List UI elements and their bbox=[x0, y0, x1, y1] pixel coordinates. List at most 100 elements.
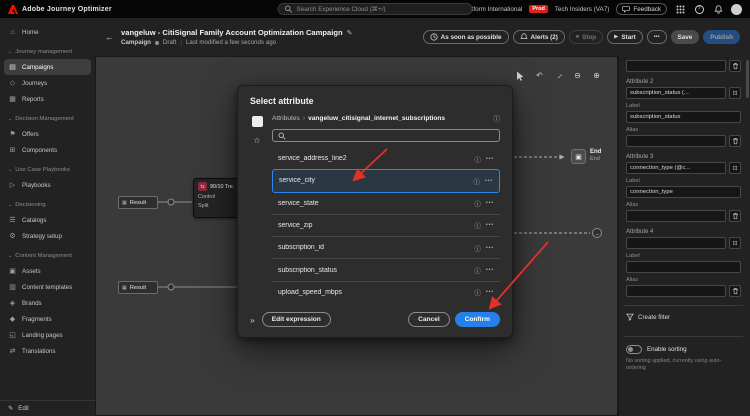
publish-button[interactable]: Publish bbox=[703, 30, 740, 44]
campaign-meta: Campaign Draft | Last modified a few sec… bbox=[121, 39, 277, 46]
alerts-button[interactable]: Alerts (2) bbox=[512, 30, 565, 44]
attribute-row-upload-speed-mbps[interactable]: upload_speed_mbps ⓘ ••• bbox=[272, 280, 500, 303]
notifications-bell-icon[interactable] bbox=[712, 3, 724, 15]
more-dots-icon[interactable]: ••• bbox=[486, 267, 494, 273]
search-icon bbox=[278, 132, 286, 140]
sidebar-item-reports[interactable]: ▦ Reports bbox=[0, 91, 95, 107]
more-dots-icon[interactable]: ••• bbox=[485, 178, 493, 184]
attribute-label-field[interactable]: subscription_status bbox=[626, 111, 741, 123]
sidebar-item-playbooks[interactable]: ▷ Playbooks bbox=[0, 177, 95, 193]
attribute-row-service-state[interactable]: service_state ⓘ ••• bbox=[272, 193, 500, 214]
apps-grid-icon[interactable] bbox=[674, 3, 686, 15]
info-icon[interactable]: ⓘ bbox=[474, 198, 481, 208]
attribute-picker-button[interactable]: ⊡ bbox=[729, 87, 741, 99]
attribute-row-service-address-line2[interactable]: service_address_line2 ⓘ ••• bbox=[272, 148, 500, 169]
more-dots-icon[interactable]: ••• bbox=[486, 289, 494, 295]
more-dots-icon[interactable]: ••• bbox=[486, 156, 494, 162]
attribute-label-field[interactable] bbox=[626, 261, 741, 273]
user-avatar[interactable] bbox=[731, 3, 742, 15]
feedback-button[interactable]: Feedback bbox=[616, 3, 667, 15]
back-button[interactable]: ← bbox=[105, 32, 114, 42]
sidebar-item-offers[interactable]: ⚑ Offers bbox=[0, 126, 95, 142]
attribute-value-field[interactable]: subscription_status (... bbox=[626, 87, 726, 99]
info-icon[interactable]: ⓘ bbox=[473, 176, 480, 186]
edit-expression-button[interactable]: Edit expression bbox=[261, 312, 331, 327]
sidebar-item-catalogs[interactable]: ☰ Catalogs bbox=[0, 212, 95, 228]
result-node-2[interactable]: ▦ Result bbox=[118, 281, 158, 294]
info-icon[interactable]: ⓘ bbox=[474, 243, 481, 253]
sidebar-item-landing-pages[interactable]: ◱ Landing pages bbox=[0, 327, 95, 343]
split-node[interactable]: ⇆ 90/10 Tre... Control Split bbox=[193, 178, 239, 218]
sidebar-item-fragments[interactable]: ◆ Fragments bbox=[0, 311, 95, 327]
attribute-row-service-city[interactable]: service_city ⓘ ••• bbox=[272, 169, 500, 193]
info-icon[interactable]: ⓘ bbox=[474, 154, 481, 164]
zoom-in-icon[interactable]: ⊕ bbox=[590, 69, 603, 82]
breadcrumb-root[interactable]: Attributes bbox=[272, 115, 300, 122]
sidebar-footer-edit[interactable]: ✎ Edit bbox=[0, 400, 95, 416]
sidebar-section-content-management[interactable]: ⌄ Content Management bbox=[0, 249, 95, 263]
sidebar-item-components[interactable]: ⊞ Components bbox=[0, 142, 95, 158]
sidebar-item-home[interactable]: ⌂ Home bbox=[0, 24, 95, 40]
attribute-value-field[interactable] bbox=[626, 237, 726, 249]
delete-attribute-button[interactable] bbox=[729, 60, 741, 72]
sidebar-item-translations[interactable]: ⇄ Translations bbox=[0, 343, 95, 359]
sidebar-section-decision-management[interactable]: ⌄ Decision Management bbox=[0, 112, 95, 126]
zoom-out-icon[interactable]: ⊖ bbox=[571, 69, 584, 82]
help-icon[interactable]: ? bbox=[693, 3, 705, 15]
global-search-input[interactable]: Search Experience Cloud (⌘+/) bbox=[277, 3, 473, 15]
fit-to-screen-icon[interactable]: ↔ bbox=[552, 69, 565, 82]
more-dots-icon[interactable]: ••• bbox=[486, 200, 494, 206]
save-button[interactable]: Save bbox=[670, 30, 700, 44]
attribute-alias-field[interactable] bbox=[626, 135, 726, 147]
attribute-value-field[interactable]: connection_type (@c... bbox=[626, 162, 726, 174]
rename-pencil-icon[interactable]: ✎ bbox=[347, 29, 353, 37]
sidebar-section-journey-management[interactable]: ⌄ Journey management bbox=[0, 45, 95, 59]
sandbox-switcher[interactable]: Tech Insiders (VA7) bbox=[555, 6, 609, 13]
collapse-panel-icon[interactable]: » bbox=[250, 315, 255, 325]
attribute-picker-button[interactable]: ⊡ bbox=[729, 237, 741, 249]
stop-button[interactable]: ■ Stop bbox=[568, 30, 604, 44]
result-node-1[interactable]: ▦ Result bbox=[118, 196, 158, 209]
attribute-1-alias-field[interactable] bbox=[626, 60, 726, 72]
attribute-alias-field[interactable] bbox=[626, 285, 726, 297]
select-cursor-icon[interactable] bbox=[514, 69, 527, 82]
schedule-button[interactable]: As soon as possible bbox=[422, 30, 509, 44]
undo-icon[interactable]: ↶ bbox=[533, 69, 546, 82]
delete-attribute-button[interactable] bbox=[729, 135, 741, 147]
sidebar-item-strategy-setup[interactable]: ⚙ Strategy setup bbox=[0, 228, 95, 244]
attribute-row-subscription-status[interactable]: subscription_status ⓘ ••• bbox=[272, 258, 500, 280]
attribute-label-field[interactable]: connection_type bbox=[626, 186, 741, 198]
create-filter-button[interactable]: Create filter bbox=[626, 306, 741, 328]
info-icon[interactable]: ⓘ bbox=[474, 287, 481, 297]
sidebar-item-campaigns[interactable]: ▤ Campaigns bbox=[4, 59, 91, 75]
favorites-star-icon[interactable]: ☆ bbox=[253, 136, 260, 145]
filter-funnel-icon bbox=[626, 313, 634, 321]
sidebar-item-assets[interactable]: ▣ Assets bbox=[0, 263, 95, 279]
info-icon[interactable]: ⓘ bbox=[474, 220, 481, 230]
end-node[interactable]: ▣ End End bbox=[571, 149, 601, 164]
start-button[interactable]: ▶ Start bbox=[607, 30, 643, 44]
sidebar-item-content-templates[interactable]: ▥ Content templates bbox=[0, 279, 95, 295]
bell-icon bbox=[519, 33, 528, 39]
attribute-row-subscription-id[interactable]: subscription_id ⓘ ••• bbox=[272, 236, 500, 258]
info-icon[interactable]: ⓘ bbox=[493, 113, 500, 123]
cancel-button[interactable]: Cancel bbox=[408, 312, 450, 327]
delete-attribute-button[interactable] bbox=[729, 210, 741, 222]
confirm-button[interactable]: Confirm bbox=[454, 312, 500, 327]
delete-attribute-button[interactable] bbox=[729, 285, 741, 297]
sidebar-item-brands[interactable]: ◈ Brands bbox=[0, 295, 95, 311]
attribute-search-input[interactable] bbox=[272, 129, 500, 142]
more-dots-icon[interactable]: ••• bbox=[486, 245, 494, 251]
sidebar-section-decisioning[interactable]: ⌄ Decisioning bbox=[0, 198, 95, 212]
attribute-picker-button[interactable]: ⊡ bbox=[729, 162, 741, 174]
more-dots-icon[interactable]: ••• bbox=[486, 222, 494, 228]
attribute-row-service-zip[interactable]: service_zip ⓘ ••• bbox=[272, 213, 500, 236]
sidebar-item-journeys[interactable]: ◇ Journeys bbox=[0, 75, 95, 91]
scrollbar-thumb[interactable] bbox=[746, 60, 749, 98]
more-actions-button[interactable]: ••• bbox=[646, 30, 667, 44]
attributes-grid-icon[interactable] bbox=[251, 116, 263, 127]
sidebar-section-use-case-playbooks[interactable]: ⌄ Use Case Playbooks bbox=[0, 163, 95, 177]
attribute-alias-field[interactable] bbox=[626, 210, 726, 222]
enable-sorting-toggle[interactable] bbox=[626, 345, 642, 354]
info-icon[interactable]: ⓘ bbox=[474, 265, 481, 275]
